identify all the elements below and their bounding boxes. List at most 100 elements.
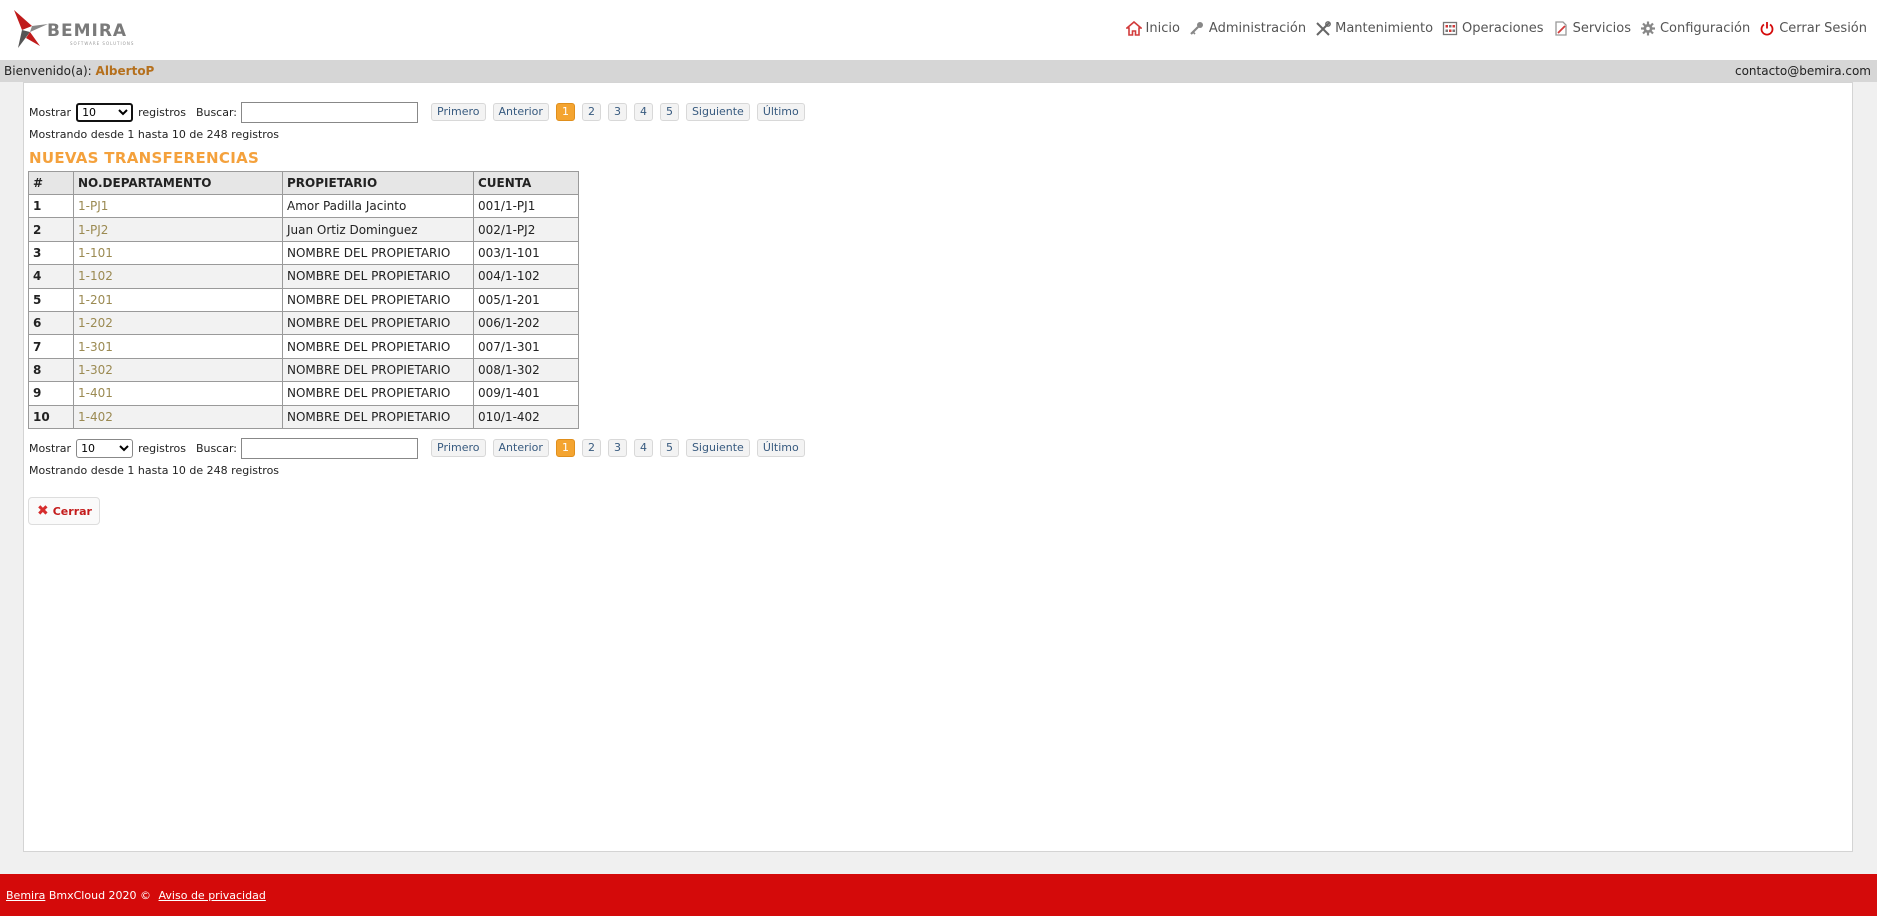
document-icon: [1554, 20, 1567, 36]
welcome-bar: Bienvenido(a): AlbertoP contacto@bemira.…: [0, 60, 1877, 82]
row-number: 1: [28, 193, 74, 219]
nav-item-operaciones[interactable]: Operaciones: [1442, 21, 1544, 36]
page-size-select[interactable]: 10: [76, 102, 134, 122]
table-row: 3 1-101 NOMBRE DEL PROPIETARIO 003/1-101: [28, 240, 579, 266]
table-row: 8 1-302 NOMBRE DEL PROPIETARIO 008/1-302: [28, 357, 579, 383]
department-link[interactable]: 1-201: [73, 287, 283, 312]
table-body: 1 1-PJ1 Amor Padilla Jacinto 001/1-PJ1 2 1-PJ…: [28, 193, 579, 429]
page-button-1[interactable]: 1: [555, 103, 575, 121]
show-label: Mostrar: [29, 441, 72, 455]
search-input[interactable]: [241, 437, 419, 459]
column-header[interactable]: NO.DEPARTAMENTO: [73, 171, 283, 195]
page-button-4[interactable]: 4: [633, 103, 653, 121]
page-size-select[interactable]: 10: [76, 438, 134, 458]
owner-cell: NOMBRE DEL PROPIETARIO: [282, 381, 474, 406]
nav-item-administracion[interactable]: Administración: [1189, 21, 1306, 36]
footer: Bemira BmxCloud 2020 © Aviso de privacid…: [0, 874, 1877, 916]
department-link[interactable]: 1-102: [73, 264, 283, 289]
account-cell: 008/1-302: [473, 357, 579, 383]
search-label: Buscar:: [195, 441, 238, 455]
show-label: Mostrar: [29, 105, 72, 119]
owner-cell: NOMBRE DEL PROPIETARIO: [282, 287, 474, 312]
account-cell: 005/1-201: [473, 287, 579, 312]
nav-label: Inicio: [1145, 20, 1180, 36]
pagination: Primero Anterior 1 2 3 4 5 Siguiente Últ…: [431, 103, 812, 121]
table-row: 2 1-PJ2 Juan Ortiz Dominguez 002/1-PJ2: [28, 217, 579, 242]
records-label: registros: [138, 441, 186, 455]
nav-item-mantenimiento[interactable]: Mantenimiento: [1315, 21, 1433, 36]
row-number: 4: [28, 264, 74, 289]
row-number: 10: [28, 404, 74, 429]
owner-cell: NOMBRE DEL PROPIETARIO: [282, 310, 474, 336]
first-page-button[interactable]: Primero: [431, 439, 486, 457]
nav-item-servicios[interactable]: Servicios: [1553, 21, 1631, 36]
logo-tagline: SOFTWARE SOLUTIONS: [70, 41, 135, 46]
welcome-message: Bienvenido(a): AlbertoP: [4, 64, 154, 78]
logo-text: BEMIRA: [47, 21, 128, 41]
footer-copyright: BmxCloud 2020 ©: [48, 889, 152, 902]
last-page-button[interactable]: Último: [756, 103, 805, 121]
key-icon: [1190, 21, 1203, 35]
header: BEMIRA SOFTWARE SOLUTIONS Inicio Adminis…: [0, 0, 1877, 60]
bemira-logo[interactable]: BEMIRA SOFTWARE SOLUTIONS: [10, 8, 140, 50]
top-controls: Mostrar 10 registros Buscar: Primero Ant…: [29, 100, 812, 124]
row-number: 5: [28, 287, 74, 312]
account-cell: 006/1-202: [473, 310, 579, 336]
column-header[interactable]: #: [28, 171, 74, 195]
page-button-5[interactable]: 5: [659, 439, 679, 457]
department-link[interactable]: 1-301: [73, 334, 283, 359]
prev-page-button[interactable]: Anterior: [492, 439, 549, 457]
footer-brand-link[interactable]: Bemira: [6, 889, 45, 902]
row-number: 7: [28, 334, 74, 359]
column-header[interactable]: PROPIETARIO: [282, 171, 474, 195]
row-number: 2: [28, 217, 74, 242]
footer-text: Bemira BmxCloud 2020 © Aviso de privacid…: [6, 889, 266, 902]
account-cell: 009/1-401: [473, 381, 579, 406]
last-page-button[interactable]: Último: [756, 439, 805, 457]
nav-label: Servicios: [1572, 20, 1631, 36]
row-number: 8: [28, 357, 74, 383]
home-icon: [1125, 20, 1142, 36]
department-link[interactable]: 1-402: [73, 404, 283, 429]
nav-item-configuracion[interactable]: Configuración: [1640, 21, 1750, 36]
department-link[interactable]: 1-PJ1: [73, 193, 283, 219]
nav-item-cerrar-sesion[interactable]: Cerrar Sesión: [1759, 21, 1867, 36]
page-button-5[interactable]: 5: [659, 103, 679, 121]
page-button-1[interactable]: 1: [555, 439, 575, 457]
page-button-3[interactable]: 3: [607, 103, 627, 121]
first-page-button[interactable]: Primero: [431, 103, 486, 121]
tools-icon: [1316, 20, 1332, 36]
table-row: 6 1-202 NOMBRE DEL PROPIETARIO 006/1-202: [28, 310, 579, 336]
page-button-2[interactable]: 2: [581, 103, 601, 121]
department-link[interactable]: 1-302: [73, 357, 283, 383]
next-page-button[interactable]: Siguiente: [685, 439, 750, 457]
search-input[interactable]: [241, 101, 419, 123]
pagination: Primero Anterior 1 2 3 4 5 Siguiente Últ…: [431, 439, 812, 457]
department-link[interactable]: 1-PJ2: [73, 217, 283, 242]
page-title: NUEVAS TRANSFERENCIAS: [29, 149, 260, 167]
department-link[interactable]: 1-101: [73, 240, 283, 266]
page-button-3[interactable]: 3: [607, 439, 627, 457]
department-link[interactable]: 1-202: [73, 310, 283, 336]
account-cell: 010/1-402: [473, 404, 579, 429]
close-button[interactable]: ✖ Cerrar: [28, 497, 100, 525]
contact-email: contacto@bemira.com: [1734, 64, 1871, 78]
column-header[interactable]: CUENTA: [473, 171, 579, 195]
nav-label: Operaciones: [1462, 20, 1544, 36]
page-button-4[interactable]: 4: [633, 439, 653, 457]
next-page-button[interactable]: Siguiente: [685, 103, 750, 121]
table-row: 10 1-402 NOMBRE DEL PROPIETARIO 010/1-402: [28, 404, 579, 429]
page-button-2[interactable]: 2: [581, 439, 601, 457]
logo-star-icon: [14, 10, 48, 48]
nav-label: Cerrar Sesión: [1779, 20, 1867, 36]
gear-icon: [1640, 21, 1655, 35]
welcome-prefix: Bienvenido(a):: [4, 64, 92, 78]
nav-label: Mantenimiento: [1335, 20, 1434, 36]
table-row: 4 1-102 NOMBRE DEL PROPIETARIO 004/1-102: [28, 264, 579, 289]
prev-page-button[interactable]: Anterior: [492, 103, 549, 121]
search-label: Buscar:: [195, 105, 238, 119]
nav-item-inicio[interactable]: Inicio: [1125, 20, 1180, 36]
account-cell: 007/1-301: [473, 334, 579, 359]
privacy-link[interactable]: Aviso de privacidad: [159, 889, 266, 902]
department-link[interactable]: 1-401: [73, 381, 283, 406]
